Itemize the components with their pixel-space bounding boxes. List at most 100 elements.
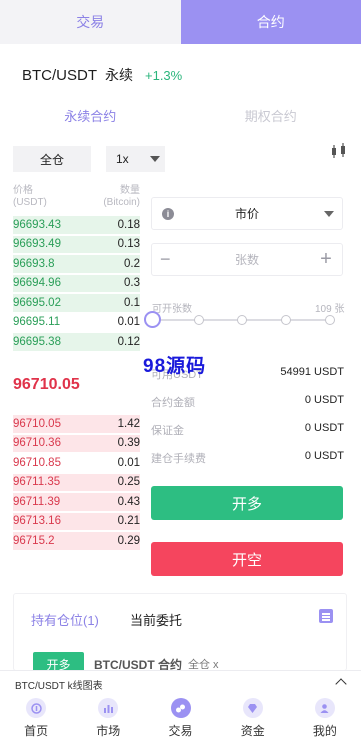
bid-row[interactable]: 96695.38 0.12 bbox=[13, 332, 140, 352]
nav-label: 我的 bbox=[312, 724, 337, 738]
ask-qty: 0.29 bbox=[117, 534, 140, 547]
bid-row[interactable]: 96693.43 0.18 bbox=[13, 215, 140, 235]
chevron-down-icon bbox=[150, 156, 160, 162]
bid-price: 96694.96 bbox=[13, 277, 61, 290]
bar-chart-icon bbox=[98, 698, 119, 718]
qty-header: 数量 bbox=[120, 185, 140, 196]
margin-mode-select[interactable]: 全仓 bbox=[13, 146, 91, 172]
last-price: 96710.05 bbox=[13, 376, 80, 393]
bid-row[interactable]: 96695.11 0.01 bbox=[13, 313, 140, 333]
fee-value: 0 USDT bbox=[304, 450, 344, 462]
margin-value: 0 USDT bbox=[304, 422, 344, 434]
chevron-up-icon[interactable] bbox=[335, 678, 347, 690]
ask-row[interactable]: 96711.39 0.43 bbox=[13, 492, 140, 512]
ask-price: 96710.36 bbox=[13, 437, 61, 450]
fee-row: 建仓手续费 0 USDT bbox=[151, 450, 344, 466]
contract-amount-value: 0 USDT bbox=[304, 394, 344, 406]
kline-chart-bar[interactable]: BTC/USDT k线图表 bbox=[0, 670, 361, 694]
watermark: 98源码 bbox=[143, 356, 207, 377]
ask-qty: 0.01 bbox=[117, 456, 140, 469]
nav-label: 资金 bbox=[240, 724, 265, 738]
tab-current-orders[interactable]: 当前委托 bbox=[130, 610, 182, 629]
order-book-header: 价格 (USDT) 数量 (Bitcoin) bbox=[13, 185, 140, 209]
ask-price: 96715.2 bbox=[13, 534, 55, 547]
quantity-placeholder[interactable]: 张数 bbox=[235, 251, 259, 268]
ask-qty: 0.21 bbox=[117, 515, 140, 528]
top-tabs: 交易 合约 bbox=[0, 0, 361, 44]
open-long-button[interactable]: 开多 bbox=[151, 486, 343, 520]
bid-list: 96693.43 0.18 96693.49 0.13 96693.8 0.2 966… bbox=[13, 215, 140, 352]
bid-qty: 0.01 bbox=[117, 316, 140, 329]
bid-price: 96693.8 bbox=[13, 257, 55, 270]
amount-slider-handle[interactable] bbox=[144, 311, 161, 328]
bid-qty: 0.12 bbox=[117, 335, 140, 348]
ask-row[interactable]: 96715.2 0.29 bbox=[13, 531, 140, 551]
diamond-icon bbox=[242, 698, 263, 718]
nav-trade[interactable]: 交易 bbox=[144, 694, 216, 742]
bid-qty: 0.13 bbox=[117, 238, 140, 251]
pair-name[interactable]: BTC/USDT bbox=[22, 67, 97, 84]
kline-chart-label: BTC/USDT k线图表 bbox=[15, 681, 103, 692]
ask-qty: 1.42 bbox=[117, 417, 140, 430]
bid-price: 96693.49 bbox=[13, 238, 61, 251]
tab-perpetual[interactable]: 永续合约 bbox=[0, 98, 181, 132]
ask-qty: 0.39 bbox=[117, 437, 140, 450]
nav-label: 市场 bbox=[96, 724, 121, 738]
bid-price: 96695.11 bbox=[13, 316, 61, 329]
bid-row[interactable]: 96695.02 0.1 bbox=[13, 293, 140, 313]
bid-price: 96695.38 bbox=[13, 335, 61, 348]
leverage-select[interactable]: 1x bbox=[106, 146, 165, 172]
slider-step-25[interactable] bbox=[194, 315, 204, 325]
bottom-nav: 首页 市场 交易 资金 我的 bbox=[0, 694, 361, 742]
bid-row[interactable]: 96694.96 0.3 bbox=[13, 274, 140, 294]
bid-row[interactable]: 96693.49 0.13 bbox=[13, 235, 140, 255]
open-short-button[interactable]: 开空 bbox=[151, 542, 343, 576]
tab-futures[interactable]: 期权合约 bbox=[181, 98, 361, 132]
ask-row[interactable]: 96710.36 0.39 bbox=[13, 434, 140, 454]
bid-qty: 0.18 bbox=[117, 218, 140, 231]
ask-price: 96710.85 bbox=[13, 456, 61, 469]
margin-row: 保证金 0 USDT bbox=[151, 422, 344, 438]
tab-contract[interactable]: 合约 bbox=[180, 0, 361, 44]
nav-market[interactable]: 市场 bbox=[72, 694, 144, 742]
minus-icon[interactable]: − bbox=[160, 250, 174, 268]
bid-qty: 0.1 bbox=[124, 296, 140, 309]
bid-qty: 0.2 bbox=[124, 257, 140, 270]
ask-row[interactable]: 96711.35 0.25 bbox=[13, 473, 140, 493]
leverage-value: 1x bbox=[116, 152, 129, 166]
contract-type-tabs: 永续合约 期权合约 bbox=[0, 98, 361, 132]
home-icon bbox=[26, 698, 47, 718]
nav-label: 首页 bbox=[24, 724, 49, 738]
bid-row[interactable]: 96693.8 0.2 bbox=[13, 254, 140, 274]
fee-label: 建仓手续费 bbox=[151, 453, 206, 465]
pair-header: BTC/USDT 永续 +1.3% bbox=[22, 65, 182, 85]
ask-price: 96710.05 bbox=[13, 417, 61, 430]
ask-row[interactable]: 96710.85 0.01 bbox=[13, 453, 140, 473]
contract-amount-row: 合约金额 0 USDT bbox=[151, 394, 344, 410]
margin-label: 保证金 bbox=[151, 425, 184, 437]
pair-change: +1.3% bbox=[145, 68, 183, 83]
slider-step-100[interactable] bbox=[325, 315, 335, 325]
info-icon[interactable]: i bbox=[162, 208, 174, 220]
tab-spot[interactable]: 交易 bbox=[0, 0, 181, 44]
ask-row[interactable]: 96713.16 0.21 bbox=[13, 512, 140, 532]
bid-price: 96693.43 bbox=[13, 218, 61, 231]
bid-price: 96695.02 bbox=[13, 296, 61, 309]
ask-qty: 0.43 bbox=[117, 495, 140, 508]
order-type-select[interactable]: i 市价 bbox=[151, 197, 343, 230]
plus-icon[interactable]: + bbox=[318, 249, 334, 269]
nav-assets[interactable]: 资金 bbox=[217, 694, 289, 742]
nav-label: 交易 bbox=[168, 724, 193, 738]
slider-step-75[interactable] bbox=[281, 315, 291, 325]
slider-step-50[interactable] bbox=[237, 315, 247, 325]
quantity-stepper[interactable]: − 张数 + bbox=[151, 243, 343, 276]
nav-home[interactable]: 首页 bbox=[0, 694, 72, 742]
ask-row[interactable]: 96710.05 1.42 bbox=[13, 414, 140, 434]
trade-icon bbox=[170, 698, 191, 718]
max-open-amount: 109 张 bbox=[315, 304, 345, 315]
nav-profile[interactable]: 我的 bbox=[289, 694, 361, 742]
order-list-icon[interactable] bbox=[319, 609, 333, 623]
candlestick-chart-icon[interactable] bbox=[330, 142, 348, 160]
tab-holding-positions[interactable]: 持有仓位(1) bbox=[31, 610, 99, 629]
ask-price: 96713.16 bbox=[13, 515, 61, 528]
